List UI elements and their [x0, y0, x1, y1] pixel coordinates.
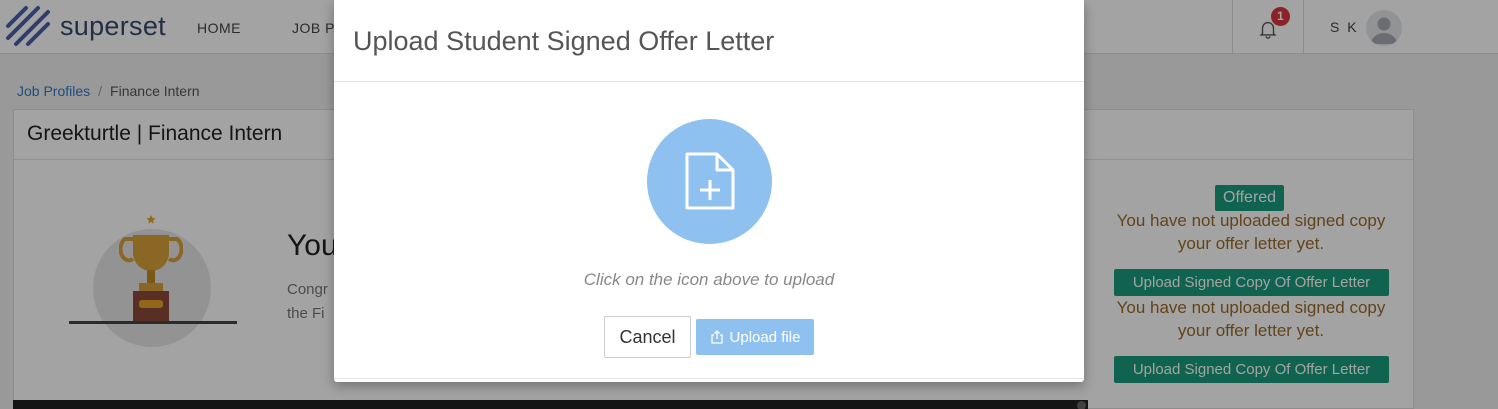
modal-footer-divider — [334, 378, 1084, 379]
upload-file-label: Upload file — [729, 328, 801, 346]
modal-header: Upload Student Signed Offer Letter — [334, 0, 1084, 82]
cancel-button[interactable]: Cancel — [604, 316, 691, 358]
upload-dropzone[interactable] — [647, 119, 772, 244]
file-plus-icon — [685, 152, 735, 210]
upload-hint: Click on the icon above to upload — [583, 270, 835, 289]
upload-modal: Upload Student Signed Offer Letter Click… — [334, 0, 1084, 382]
upload-icon — [710, 330, 723, 344]
modal-title: Upload Student Signed Offer Letter — [353, 26, 775, 56]
upload-file-button[interactable]: Upload file — [696, 319, 814, 355]
